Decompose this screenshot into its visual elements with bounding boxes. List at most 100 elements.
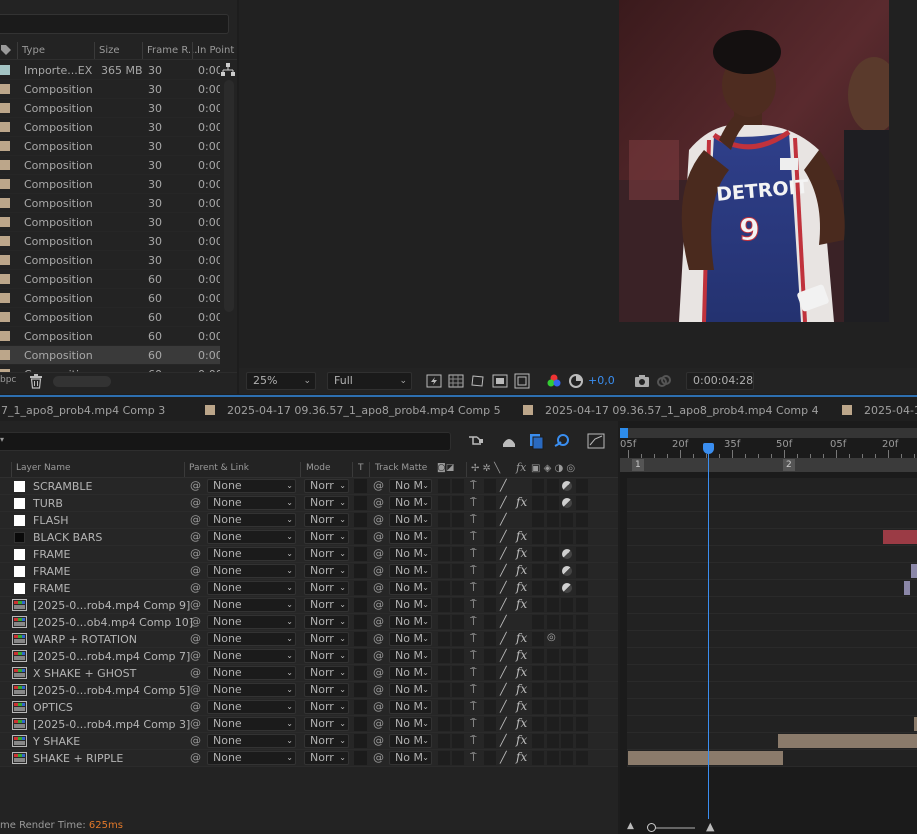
motion-blur-switch[interactable] [547,547,559,561]
parent-select[interactable]: None ⌄ [207,700,296,714]
collapse-switch[interactable] [484,700,496,714]
fast-preview-icon[interactable] [426,373,442,389]
pick-whip-icon[interactable]: @ [190,632,201,645]
motion-blur-switch-icon[interactable]: ◎ [547,632,556,643]
shy-switch-icon[interactable]: ⍑ [470,530,477,544]
shy-switch-icon[interactable]: ⍑ [470,615,477,629]
shy-switch-icon[interactable]: ⍑ [470,496,477,510]
matte-pick-whip-icon[interactable]: @ [373,632,384,645]
matte-toggle[interactable] [438,479,450,493]
column-mode[interactable]: Mode [306,463,331,473]
invert-matte-toggle[interactable] [452,547,464,561]
3d-layer-switch[interactable] [576,717,588,731]
shy-layers-icon[interactable] [500,432,518,450]
layer-row[interactable]: BLACK BARS @ None ⌄ Norr ⌄ @ No M ⌄ ⍑ ╱ fx [0,529,618,546]
tab-comp-3[interactable]: 57_1_apo8_prob4.mp4 Comp 3 [0,404,165,417]
blend-mode-select[interactable]: Norr ⌄ [304,615,349,629]
matte-toggle[interactable] [438,530,450,544]
column-type[interactable]: Type [22,45,45,56]
track-matte-select[interactable]: No M ⌄ [389,530,432,544]
3d-layer-switch[interactable] [576,632,588,646]
pick-whip-icon[interactable]: @ [190,479,201,492]
adjustment-layer-icon[interactable] [562,498,572,508]
parent-select[interactable]: None ⌄ [207,666,296,680]
label-color-swatch[interactable] [0,122,10,132]
parent-select[interactable]: None ⌄ [207,581,296,595]
composition-flowchart-icon[interactable] [467,432,485,450]
layer-track[interactable] [627,750,917,767]
layer-name[interactable]: FRAME [33,548,71,561]
adjustment-layer-switch[interactable] [561,734,573,748]
project-item-row[interactable]: Composition 60 0:00 [0,270,220,289]
layer-track[interactable] [627,631,917,648]
label-color-swatch[interactable] [0,331,10,341]
motion-blur-switch[interactable] [547,513,559,527]
matte-toggle[interactable] [438,598,450,612]
track-matte-select[interactable]: No M ⌄ [389,734,432,748]
project-item-row[interactable]: Composition 30 0:00 [0,118,220,137]
quality-switch-icon[interactable]: ╱ [500,479,507,492]
quality-switch-icon[interactable]: ╱ [500,513,507,526]
trash-icon[interactable] [29,374,43,389]
matte-pick-whip-icon[interactable]: @ [373,649,384,662]
motion-blur-switch[interactable] [547,581,559,595]
project-item-row[interactable]: Composition 30 0:00 [0,99,220,118]
adjustment-layer-switch[interactable] [561,700,573,714]
motion-blur-switch[interactable] [547,496,559,510]
layer-name[interactable]: FRAME [33,565,71,578]
project-scrollbar[interactable] [224,80,234,312]
matte-pick-whip-icon[interactable]: @ [373,513,384,526]
track-matte-select[interactable]: No M ⌄ [389,632,432,646]
layer-name[interactable]: [2025-0...rob4.mp4 Comp 5] [33,684,190,697]
effects-switch-icon[interactable]: fx [516,563,527,577]
matte-toggle[interactable] [438,513,450,527]
matte-toggle[interactable] [438,666,450,680]
parent-select[interactable]: None ⌄ [207,734,296,748]
layer-row[interactable]: [2025-0...ob4.mp4 Comp 10] @ None ⌄ Norr ⌄ @ No… [0,614,618,631]
shy-switch-icon[interactable]: ⍑ [470,479,477,493]
preserve-transparency-toggle[interactable] [354,513,367,527]
shy-switch-icon[interactable]: ⍑ [470,734,477,748]
project-item-row[interactable]: Composition 60 0:00 [0,346,220,365]
effects-switch-icon[interactable]: fx [516,495,527,509]
blend-mode-select[interactable]: Norr ⌄ [304,581,349,595]
frame-blend-switch[interactable] [532,547,544,561]
track-matte-select[interactable]: No M ⌄ [389,513,432,527]
layer-track[interactable] [627,614,917,631]
invert-matte-toggle[interactable] [452,632,464,646]
matte-pick-whip-icon[interactable]: @ [373,530,384,543]
flowchart-icon[interactable] [221,63,235,77]
layer-row[interactable]: FRAME @ None ⌄ Norr ⌄ @ No M ⌄ ⍑ ╱ fx [0,563,618,580]
label-color-swatch[interactable] [0,217,10,227]
layer-duration-bar[interactable] [883,530,917,544]
3d-layer-switch[interactable] [576,615,588,629]
track-matte-select[interactable]: No M ⌄ [389,496,432,510]
3d-layer-switch[interactable] [576,751,588,765]
layer-name[interactable]: [2025-0...rob4.mp4 Comp 9] [33,599,190,612]
invert-matte-toggle[interactable] [452,700,464,714]
transparency-grid-icon[interactable] [448,373,464,389]
quality-switch-icon[interactable]: ╱ [500,666,507,679]
collapse-switch[interactable] [484,615,496,629]
effects-switch-icon[interactable]: fx [516,750,527,764]
quality-switch-icon[interactable]: ╱ [500,700,507,713]
effects-switch-icon[interactable]: fx [516,665,527,679]
track-matte-select[interactable]: No M ⌄ [389,751,432,765]
collapse-switch[interactable] [484,479,496,493]
matte-toggle[interactable] [438,683,450,697]
zoom-select[interactable]: 25% ⌄ [246,372,316,390]
frame-blend-switch[interactable] [532,683,544,697]
collapse-switch[interactable] [484,513,496,527]
3d-layer-switch[interactable] [576,547,588,561]
blend-mode-select[interactable]: Norr ⌄ [304,598,349,612]
layer-row[interactable]: [2025-0...rob4.mp4 Comp 9] @ None ⌄ Norr ⌄ @ No… [0,597,618,614]
invert-matte-toggle[interactable] [452,581,464,595]
track-matte-select[interactable]: No M ⌄ [389,598,432,612]
layer-row[interactable]: [2025-0...rob4.mp4 Comp 3] @ None ⌄ Norr ⌄ @ No… [0,716,618,733]
layer-name[interactable]: SHAKE + RIPPLE [33,752,123,765]
parent-select[interactable]: None ⌄ [207,632,296,646]
pick-whip-icon[interactable]: @ [190,751,201,764]
collapse-switch[interactable] [484,581,496,595]
frame-blend-switch[interactable] [532,479,544,493]
frame-blend-switch[interactable] [532,615,544,629]
